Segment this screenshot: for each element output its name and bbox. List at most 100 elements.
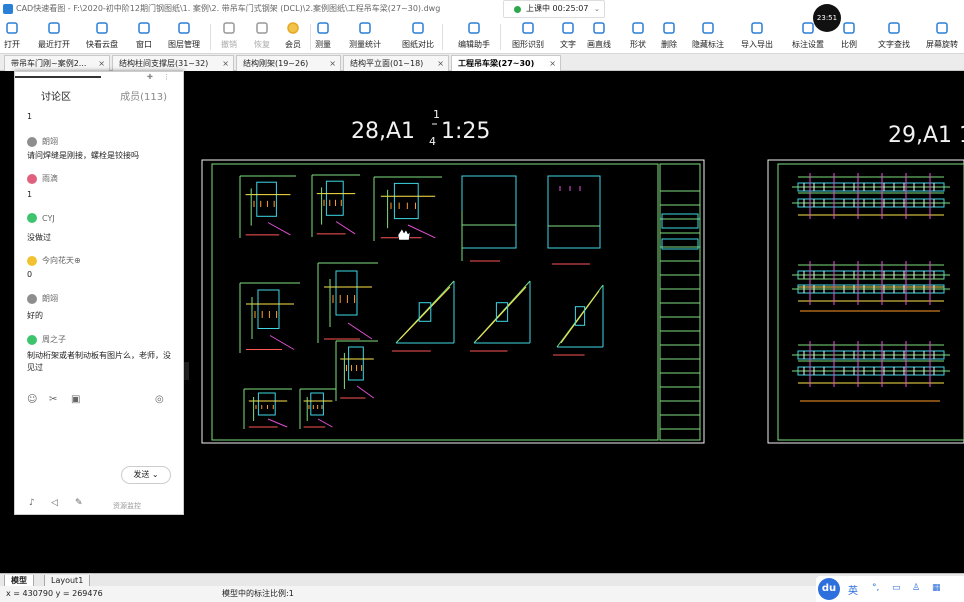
scissors-icon[interactable]: ✂ bbox=[49, 394, 57, 405]
message-author: 朗翊 bbox=[27, 136, 58, 147]
shirt-icon[interactable]: ♙ bbox=[912, 583, 920, 593]
chat-resize-handle[interactable] bbox=[184, 362, 189, 380]
discussion-panel: ✚ ⋮ 讨论区 成员(113) 1 朗翊 请问焊缝是刚接，螺栓是铰接吗 雨滴 1 CYJ 没… bbox=[14, 71, 184, 515]
cad-stroke bbox=[335, 221, 356, 235]
members-tab[interactable]: 成员(113) bbox=[120, 88, 167, 103]
microphone-icon[interactable]: ♪ bbox=[29, 498, 35, 508]
scale-fraction-bottom: 4 bbox=[429, 135, 436, 148]
chevron-down-icon[interactable]: ⌄ bbox=[594, 1, 600, 17]
sheet-title-right: 29,A1 1: bbox=[888, 123, 964, 148]
toolbar-label: 隐藏标注 bbox=[692, 40, 724, 49]
toolbar-button-7[interactable]: 会员 bbox=[280, 20, 306, 52]
toolbar-button-3[interactable]: 窗口 bbox=[130, 20, 158, 52]
speaker-icon[interactable]: ◁ bbox=[51, 498, 58, 508]
shape-icon bbox=[631, 21, 645, 37]
cad-stroke bbox=[560, 290, 600, 344]
gusset-plate bbox=[461, 175, 517, 249]
close-icon[interactable]: × bbox=[437, 56, 444, 71]
line-icon bbox=[592, 21, 606, 37]
language-toggle[interactable]: 英 bbox=[848, 582, 858, 597]
close-icon[interactable]: × bbox=[329, 56, 336, 71]
rotate-screen-icon bbox=[935, 21, 949, 37]
measure-stats-icon bbox=[358, 21, 372, 37]
avatar bbox=[27, 255, 37, 266]
message-text: 制动桁架或者制动板有图片么，老师，没见过 bbox=[27, 351, 171, 372]
emoji-icon[interactable]: ☺ bbox=[27, 394, 37, 405]
clock-badge: 23:51 bbox=[813, 4, 841, 32]
toolbar-button-15[interactable]: 形状 bbox=[626, 20, 650, 52]
toolbar-button-11[interactable]: 编辑助手 bbox=[452, 20, 496, 52]
annotation-scale[interactable]: 模型中的标注比例:1 bbox=[222, 586, 294, 602]
toolbar-label: 形状 bbox=[630, 40, 646, 49]
grid-icon[interactable]: ▦ bbox=[932, 583, 941, 593]
pen-icon[interactable]: ✎ bbox=[75, 498, 83, 508]
toolbar-label: 快看云盘 bbox=[86, 40, 118, 49]
toolbar-button-18[interactable]: 导入导出 bbox=[737, 20, 777, 52]
message-text: 没做过 bbox=[27, 233, 51, 242]
app-logo-icon bbox=[3, 4, 13, 14]
tab-drawing-1[interactable]: 结构柱间支撑层(31~32) × bbox=[112, 55, 234, 71]
toolbar-button-17[interactable]: 隐藏标注 bbox=[688, 20, 728, 52]
toolbar-button-20[interactable]: 比例 bbox=[836, 20, 862, 52]
message-text: 1 bbox=[27, 190, 33, 199]
toolbar-button-12[interactable]: 图形识别 bbox=[506, 20, 550, 52]
toolbar-label: 画直线 bbox=[587, 40, 611, 49]
toolbar-label: 比例 bbox=[841, 40, 857, 49]
resource-monitor-label[interactable]: 资源监控 bbox=[113, 501, 141, 511]
toolbar-button-14[interactable]: 画直线 bbox=[585, 20, 613, 52]
scale-fraction-top: 1 bbox=[433, 108, 440, 121]
baidu-ime-icon[interactable]: du bbox=[818, 578, 840, 600]
avatar bbox=[27, 334, 37, 345]
keyboard-icon[interactable]: ▭ bbox=[892, 583, 901, 593]
toolbar-label: 撤销 bbox=[221, 40, 237, 49]
sheet-inner-border-right bbox=[777, 163, 964, 441]
toolbar-button-0[interactable]: 打开 bbox=[0, 20, 24, 52]
toolbar-button-21[interactable]: 文字查找 bbox=[872, 20, 916, 52]
toolbar-button-8[interactable]: 测量 bbox=[310, 20, 336, 52]
tab-label: 结构平立面(01~18) bbox=[350, 59, 424, 68]
text-icon bbox=[561, 21, 575, 37]
detail-part bbox=[310, 392, 324, 416]
settings-circle-icon[interactable]: ◎ bbox=[155, 394, 164, 405]
tab-drawing-4[interactable]: 工程吊车梁(27~30) × bbox=[451, 55, 561, 71]
class-recording-bar[interactable]: 上课中 00:25:07 ⌄ bbox=[503, 0, 605, 18]
message-text: 请问焊缝是刚接，螺栓是铰接吗 bbox=[27, 151, 139, 160]
toolbar-button-22[interactable]: 屏幕旋转 bbox=[922, 20, 962, 52]
panel-drag-bar[interactable] bbox=[15, 76, 101, 78]
toolbar-button-13[interactable]: 文字 bbox=[555, 20, 581, 52]
toolbar-button-2[interactable]: 快看云盘 bbox=[80, 20, 124, 52]
close-icon[interactable]: × bbox=[222, 56, 229, 71]
close-icon[interactable]: × bbox=[549, 56, 556, 71]
toolbar-button-1[interactable]: 最近打开 bbox=[32, 20, 76, 52]
window-title: CAD快速看图 - F:\2020-初中阶12期门钢图纸\1. 案例\2. 带吊… bbox=[16, 4, 441, 13]
toolbar-button-16[interactable]: 删除 bbox=[657, 20, 681, 52]
cad-stroke bbox=[269, 335, 295, 350]
cad-stroke bbox=[477, 286, 527, 340]
toolbar-label: 删除 bbox=[661, 40, 677, 49]
discussion-title[interactable]: 讨论区 bbox=[41, 88, 71, 103]
toolbar-label: 打开 bbox=[4, 40, 20, 49]
image-icon[interactable]: ▣ bbox=[71, 394, 80, 405]
toolbar-label: 导入导出 bbox=[741, 40, 773, 49]
toolbar-button-9[interactable]: 测量统计 bbox=[343, 20, 387, 52]
send-button[interactable]: 发送 ⌄ bbox=[121, 466, 171, 484]
more-icon[interactable]: ⋮ bbox=[163, 73, 170, 81]
toolbar-label: 恢复 bbox=[254, 40, 270, 49]
tab-drawing-2[interactable]: 结构刚架(19~26) × bbox=[236, 55, 341, 71]
toolbar-label: 编辑助手 bbox=[458, 40, 490, 49]
punctuation-icon[interactable]: °, bbox=[872, 583, 879, 593]
close-icon[interactable]: × bbox=[98, 56, 105, 71]
chat-tools: ☺ ✂ ▣ ◎ bbox=[27, 394, 177, 408]
toolbar-button-10[interactable]: 图纸对比 bbox=[398, 20, 438, 52]
detail-part bbox=[256, 181, 277, 217]
import-export-icon bbox=[750, 21, 764, 37]
pin-icon[interactable]: ✚ bbox=[147, 73, 153, 81]
cad-stroke bbox=[267, 222, 291, 236]
toolbar-label: 文字 bbox=[560, 40, 576, 49]
detail-part bbox=[393, 182, 419, 220]
tab-drawing-3[interactable]: 结构平立面(01~18) × bbox=[343, 55, 449, 71]
tab-drawing-0[interactable]: 带吊车门刚~案例2... × bbox=[4, 55, 110, 71]
toolbar-label: 图纸对比 bbox=[402, 40, 434, 49]
gusset-plate bbox=[547, 175, 601, 249]
toolbar-button-4[interactable]: 图层管理 bbox=[162, 20, 206, 52]
